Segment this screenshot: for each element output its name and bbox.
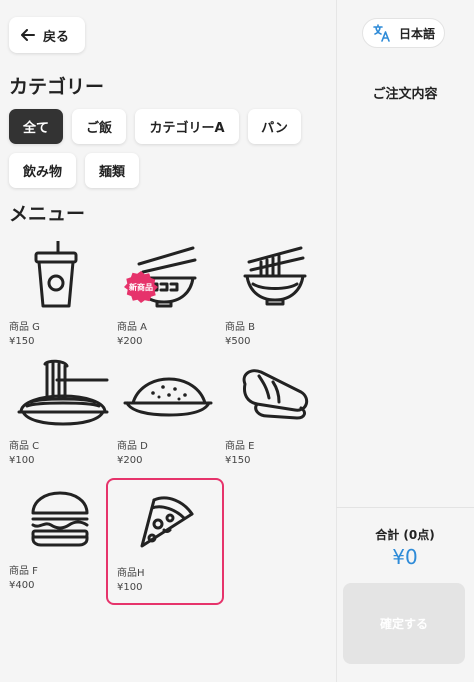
category-chip-rice[interactable]: ご飯 xyxy=(72,109,126,144)
spaghetti-icon xyxy=(17,359,109,426)
item-price: ¥400 xyxy=(9,580,35,591)
pizza-slice-icon xyxy=(140,496,194,548)
badge-label: 新商品 xyxy=(129,282,153,292)
item-name: 商品 C xyxy=(9,441,40,452)
menu-item-g[interactable]: 商品 G ¥150 xyxy=(9,236,119,351)
order-title: ご注文内容 xyxy=(372,87,438,102)
total-label: 合計 (0点) xyxy=(375,528,435,542)
item-name: 商品H xyxy=(117,568,145,579)
drink-cup-icon xyxy=(34,241,78,308)
menu-title: メニュー xyxy=(9,203,86,225)
back-button[interactable]: 戻る xyxy=(9,17,85,53)
item-price: ¥150 xyxy=(9,336,35,347)
menu-item-e[interactable]: 商品 E ¥150 xyxy=(225,355,335,470)
item-price: ¥200 xyxy=(117,455,143,466)
back-label: 戻る xyxy=(43,29,70,45)
language-button[interactable]: 日本語 xyxy=(362,18,445,48)
menu-item-c[interactable]: 商品 C ¥100 xyxy=(9,355,119,470)
confirm-button[interactable]: 確定する xyxy=(343,583,465,664)
category-chip-bread[interactable]: パン xyxy=(248,109,301,144)
item-price: ¥500 xyxy=(225,336,251,347)
item-price: ¥100 xyxy=(117,582,143,593)
item-name: 商品 A xyxy=(117,322,148,333)
noodle-bowl-icon xyxy=(243,246,307,306)
category-chip-all[interactable]: 全て xyxy=(9,109,63,144)
item-name: 商品 B xyxy=(225,322,256,333)
category-chip-a[interactable]: カテゴリーA xyxy=(135,109,239,144)
main-panel: 戻る カテゴリー 全て ご飯 カテゴリーA パン 飲み物 麺類 メニュー 商品 … xyxy=(0,0,336,682)
total-value: ¥0 xyxy=(392,545,418,569)
arrow-left-icon xyxy=(21,29,35,41)
category-chip-noodles[interactable]: 麺類 xyxy=(85,153,139,188)
sidebar-divider xyxy=(336,507,474,508)
sushi-icon xyxy=(242,369,309,420)
menu-item-b[interactable]: 商品 B ¥500 xyxy=(225,236,335,351)
item-name: 商品 G xyxy=(9,322,40,333)
translate-icon xyxy=(373,24,390,42)
item-price: ¥200 xyxy=(117,336,143,347)
menu-item-d[interactable]: 商品 D ¥200 xyxy=(117,355,227,470)
item-name: 商品 D xyxy=(117,441,148,452)
item-price: ¥150 xyxy=(225,455,251,466)
menu-item-h[interactable]: 商品H ¥100 xyxy=(106,478,224,605)
category-title: カテゴリー xyxy=(9,76,105,98)
item-name: 商品 F xyxy=(9,566,38,577)
fried-rice-icon xyxy=(123,377,213,417)
item-name: 商品 E xyxy=(225,441,255,452)
order-sidebar xyxy=(336,0,474,682)
new-item-badge: 新商品 xyxy=(124,271,158,303)
item-price: ¥100 xyxy=(9,455,35,466)
hamburger-icon xyxy=(31,491,89,547)
category-chip-drinks[interactable]: 飲み物 xyxy=(9,153,76,188)
menu-item-f[interactable]: 商品 F ¥400 xyxy=(9,480,119,595)
language-label: 日本語 xyxy=(399,26,436,41)
